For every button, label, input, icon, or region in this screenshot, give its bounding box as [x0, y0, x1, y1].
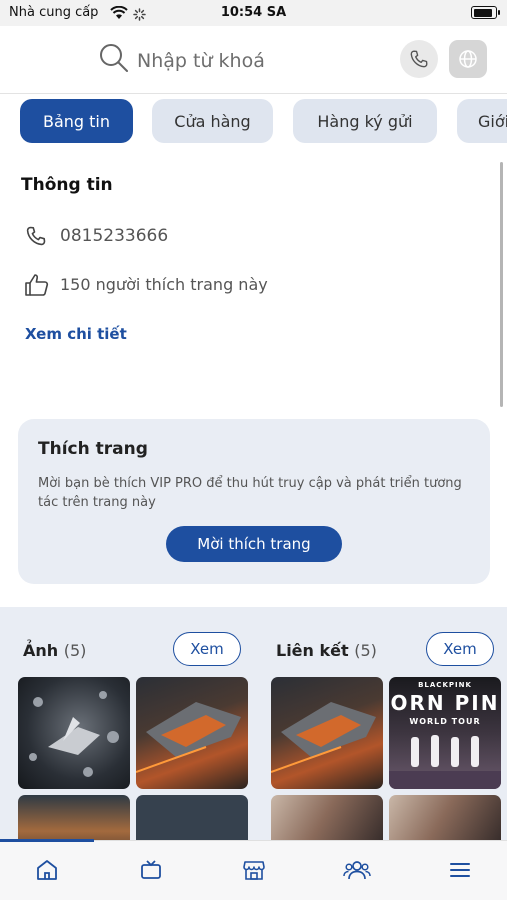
tab-bar: Bảng tin Cửa hàng Hàng ký gửi Giới [0, 94, 507, 152]
view-photos-button[interactable]: Xem [173, 632, 241, 666]
phone-icon [24, 224, 48, 252]
links-count: (5) [354, 641, 377, 660]
call-button[interactable] [400, 40, 438, 78]
photo-thumbnail[interactable] [136, 677, 248, 789]
link-thumbnail[interactable] [271, 677, 383, 789]
link-thumbnail[interactable] [271, 795, 383, 840]
concert-title-text: ORN PIN [390, 691, 500, 715]
like-card-description: Mời bạn bè thích VIP PRO để thu hút truy… [38, 476, 462, 510]
nav-home[interactable] [32, 855, 62, 885]
bottom-navigation [0, 839, 507, 900]
view-details-link[interactable]: Xem chi tiết [25, 325, 127, 343]
info-phone-number[interactable]: 0815233666 [60, 226, 168, 246]
nav-tv[interactable] [136, 855, 166, 885]
concert-brand-text: BLACKPINK [418, 681, 472, 689]
nav-store[interactable] [239, 855, 269, 885]
links-heading: Liên kết (5) [276, 641, 377, 660]
scrollbar[interactable] [500, 162, 503, 407]
search-input[interactable] [137, 46, 357, 76]
phone-icon [410, 50, 428, 68]
menu-icon [450, 863, 470, 877]
store-icon [243, 861, 265, 880]
tab-consignment[interactable]: Hàng ký gửi [293, 99, 437, 143]
nav-menu[interactable] [445, 855, 475, 885]
link-thumbnail[interactable]: BLACKPINK ORN PIN WORLD TOUR [389, 677, 501, 789]
photo-thumbnail[interactable] [18, 795, 130, 840]
photo-thumbnail[interactable] [18, 677, 130, 789]
photos-heading: Ảnh (5) [23, 641, 86, 660]
photo-thumbnail[interactable] [136, 795, 248, 840]
active-tab-indicator [0, 839, 94, 842]
thumbs-up-icon [24, 272, 50, 302]
like-card-title: Thích trang [38, 439, 148, 459]
battery-icon [471, 6, 500, 19]
tab-news-feed[interactable]: Bảng tin [20, 99, 133, 143]
clock: 10:54 SA [220, 5, 287, 20]
tab-more[interactable]: Giới [457, 99, 507, 143]
search-icon [98, 42, 130, 78]
view-links-button[interactable]: Xem [426, 632, 494, 666]
tab-store[interactable]: Cửa hàng [152, 99, 273, 143]
globe-icon [459, 50, 477, 68]
gallery-section: Ảnh (5) Xem Liên kết (5) Xem BLACKPINK O… [0, 607, 507, 840]
nav-friends[interactable] [342, 855, 372, 885]
info-likes-count: 150 người thích trang này [60, 275, 268, 294]
language-button[interactable] [449, 40, 487, 78]
users-icon [343, 861, 371, 880]
search-header [0, 26, 507, 94]
invite-like-button[interactable]: Mời thích trang [166, 526, 342, 562]
status-bar: Nhà cung cấp 10:54 SA [0, 0, 507, 26]
photos-count: (5) [63, 641, 87, 660]
like-page-card: Thích trang Mời bạn bè thích VIP PRO để … [18, 419, 490, 584]
photos-label: Ảnh [23, 641, 59, 660]
home-icon [37, 860, 57, 880]
links-label: Liên kết [276, 641, 349, 660]
info-title: Thông tin [21, 175, 113, 195]
tv-icon [141, 860, 161, 879]
link-thumbnail[interactable] [389, 795, 501, 840]
concert-subtitle-text: WORLD TOUR [409, 717, 481, 726]
